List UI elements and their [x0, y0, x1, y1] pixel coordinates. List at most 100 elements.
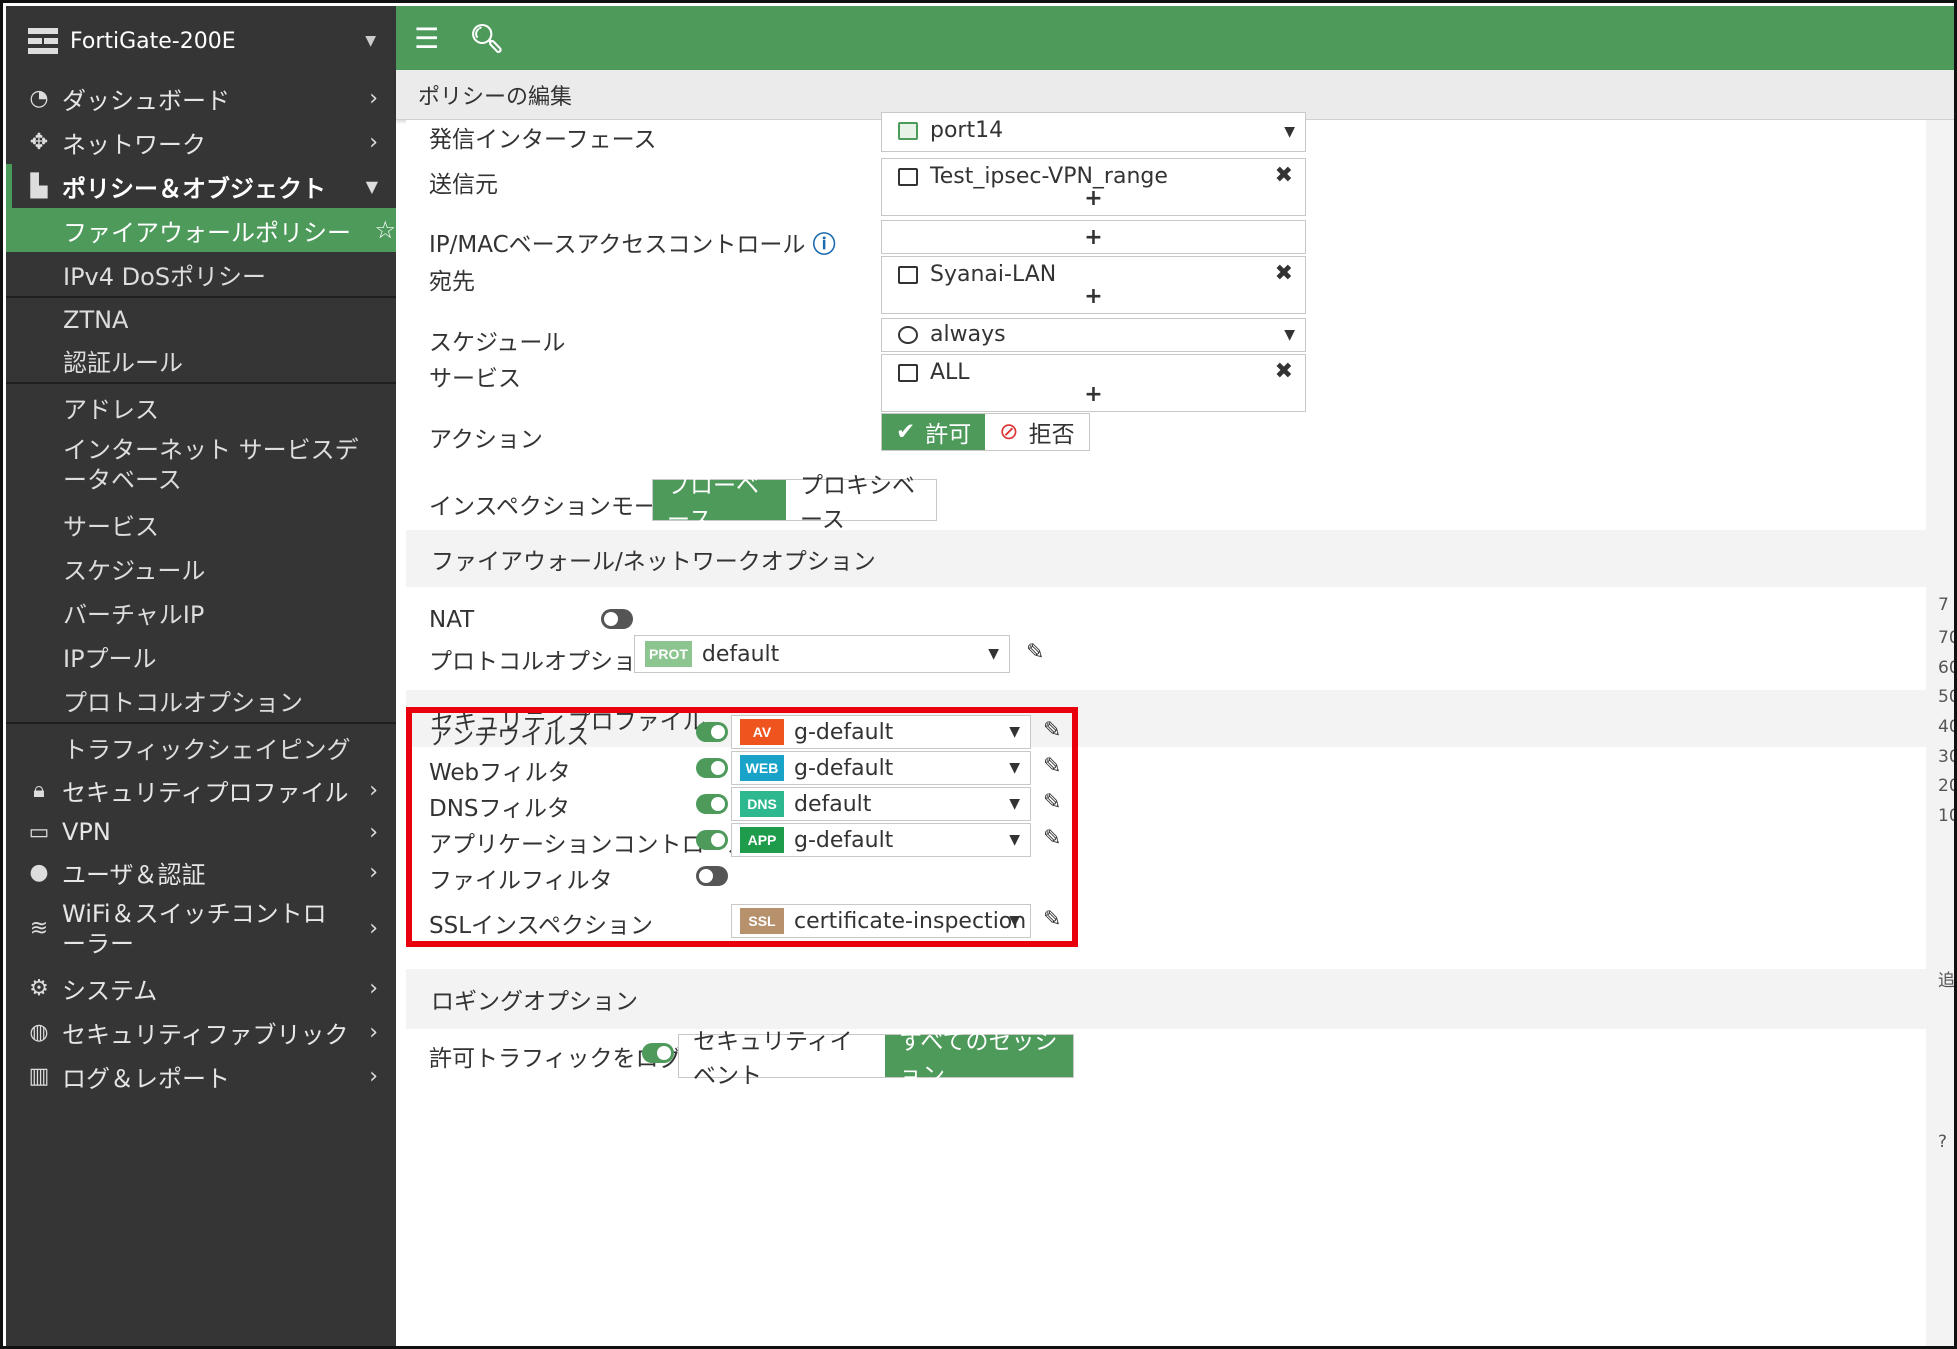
- sidebar-item-user-auth[interactable]: ● ユーザ＆認証 ›: [6, 852, 396, 892]
- sidebar-item-wifi-switch[interactable]: ≋ WiFi＆スイッチコントロ ーラー ›: [6, 892, 396, 966]
- sidebar-item-label: IPv4 DoSポリシー: [63, 262, 267, 291]
- flow-based-button[interactable]: フローベース: [653, 473, 786, 533]
- sidebar: FortiGate-200E ▼ ◔ ダッシュボード › ✥ ネットワーク › …: [6, 6, 396, 1346]
- sidebar-item-label: システム: [62, 976, 158, 1005]
- chevron-right-icon: ›: [369, 85, 378, 111]
- device-selector[interactable]: FortiGate-200E ▼: [6, 6, 396, 76]
- sidebar-item-network[interactable]: ✥ ネットワーク ›: [6, 120, 396, 164]
- antivirus-toggle[interactable]: [696, 722, 728, 742]
- port-icon: [898, 121, 918, 140]
- antivirus-select[interactable]: AV g-default ▼: [731, 715, 1031, 749]
- chevron-down-icon: ▼: [1284, 124, 1295, 140]
- sidebar-item-system[interactable]: ⚙ システム ›: [6, 966, 396, 1010]
- chevron-right-icon: ›: [369, 777, 378, 803]
- sidebar-item-protocol-options[interactable]: プロトコルオプション: [6, 678, 396, 722]
- sidebar-item-services[interactable]: サービス: [6, 502, 396, 546]
- log-allowed-traffic-toggle[interactable]: [642, 1043, 674, 1063]
- help-icon[interactable]: ?: [1938, 1132, 1947, 1152]
- accept-button[interactable]: ✔ 許可: [882, 414, 986, 450]
- webfilter-label: Webフィルタ: [429, 760, 571, 786]
- destination-label: 宛先: [429, 269, 475, 295]
- deny-button[interactable]: ⊘ 拒否: [985, 414, 1089, 450]
- source-field[interactable]: Test_ipsec-VPN_range ✖ +: [881, 158, 1306, 216]
- filefilter-toggle[interactable]: [696, 866, 728, 886]
- dnsfilter-toggle[interactable]: [696, 794, 728, 814]
- nat-toggle[interactable]: [601, 609, 633, 629]
- proxy-based-button[interactable]: プロキシベース: [786, 473, 936, 533]
- sidebar-item-dashboard[interactable]: ◔ ダッシュボード ›: [6, 76, 396, 120]
- sidebar-item-isdb[interactable]: インターネット サービスデ ータベース: [6, 428, 396, 502]
- sidebar-item-traffic-shaping[interactable]: トラフィックシェイピング: [6, 726, 396, 768]
- appcontrol-select[interactable]: APP g-default ▼: [731, 823, 1031, 857]
- webfilter-select[interactable]: WEB g-default ▼: [731, 751, 1031, 785]
- menu-icon[interactable]: ☰: [414, 22, 439, 55]
- device-name: FortiGate-200E: [70, 28, 236, 54]
- app-badge: APP: [740, 827, 784, 853]
- add-icon[interactable]: +: [1084, 225, 1102, 250]
- dnsfilter-value: default: [794, 791, 872, 817]
- sidebar-item-ztna[interactable]: ZTNA: [6, 300, 396, 340]
- log-mode-toggle: セキュリティイベント すべてのセッション: [678, 1029, 1074, 1089]
- edit-pencil-icon[interactable]: ✎: [1026, 640, 1044, 665]
- ssl-inspection-select[interactable]: SSL certificate-inspection ▼: [731, 904, 1031, 938]
- sidebar-item-policy-objects[interactable]: ▙ ポリシー＆オブジェクト ▼: [6, 164, 396, 208]
- sidebar-item-address[interactable]: アドレス: [6, 386, 396, 428]
- outgoing-interface-select[interactable]: port14 ▼: [881, 112, 1306, 152]
- protocol-options-label: プロトコルオプション: [429, 649, 659, 675]
- all-sessions-button[interactable]: すべてのセッション: [885, 1029, 1073, 1089]
- sidebar-item-security-fabric[interactable]: ◍ セキュリティファブリック ›: [6, 1010, 396, 1054]
- user-icon: ●: [29, 859, 49, 885]
- sidebar-item-schedule[interactable]: スケジュール: [6, 546, 396, 590]
- security-events-button[interactable]: セキュリティイベント: [679, 1029, 885, 1089]
- sidebar-item-vpn[interactable]: ▭ VPN ›: [6, 812, 396, 852]
- close-icon[interactable]: ✖: [1275, 163, 1293, 188]
- info-icon[interactable]: ⓘ: [813, 232, 836, 258]
- network-icon: ✥: [29, 129, 49, 155]
- dnsfilter-select[interactable]: DNS default ▼: [731, 787, 1031, 821]
- star-icon[interactable]: ☆: [374, 216, 396, 244]
- add-icon[interactable]: +: [1084, 186, 1102, 211]
- chevron-down-icon: ▼: [988, 646, 999, 662]
- edit-pencil-icon[interactable]: ✎: [1043, 907, 1061, 932]
- edit-pencil-icon[interactable]: ✎: [1043, 826, 1061, 851]
- sidebar-item-security-profiles[interactable]: 🔒︎ セキュリティプロファイル ›: [6, 768, 396, 812]
- sidebar-item-label: VPN: [62, 818, 111, 846]
- webfilter-toggle[interactable]: [696, 758, 728, 778]
- sidebar-item-label: IPプール: [63, 644, 157, 673]
- sidebar-item-ipv4-dos[interactable]: IPv4 DoSポリシー: [6, 252, 396, 296]
- axis-tick: 20: [1938, 776, 1954, 796]
- filefilter-label: ファイルフィルタ: [429, 868, 613, 894]
- antivirus-label: アンチウイルス: [429, 724, 590, 750]
- fabric-icon: ◍: [29, 1019, 49, 1045]
- sidebar-item-ippool[interactable]: IPプール: [6, 634, 396, 678]
- destination-field[interactable]: Syanai-LAN ✖ +: [881, 256, 1306, 314]
- service-field[interactable]: ALL ✖ +: [881, 354, 1306, 412]
- close-icon[interactable]: ✖: [1275, 359, 1293, 384]
- protocol-options-select[interactable]: PROT default ▼: [634, 635, 1010, 673]
- chevron-right-icon: ›: [369, 975, 378, 1001]
- sidebar-item-label: WiFi＆スイッチコントロ ーラー: [62, 900, 327, 958]
- edit-pencil-icon[interactable]: ✎: [1043, 790, 1061, 815]
- add-icon[interactable]: +: [1084, 382, 1102, 407]
- edit-pencil-icon[interactable]: ✎: [1043, 754, 1061, 779]
- add-icon[interactable]: +: [1084, 284, 1102, 309]
- nat-label: NAT: [429, 607, 475, 633]
- sidebar-item-vip[interactable]: バーチャルIP: [6, 590, 396, 634]
- ssl-inspection-label: SSLインスペクション: [429, 913, 653, 939]
- sidebar-item-firewall-policy[interactable]: ファイアウォールポリシー ☆: [6, 208, 396, 252]
- schedule-value: always: [930, 322, 1006, 347]
- ssl-badge: SSL: [740, 908, 784, 934]
- divider: [6, 382, 396, 384]
- sidebar-item-auth-rules[interactable]: 認証ルール: [6, 340, 396, 380]
- chevron-down-icon: ▼: [1009, 832, 1020, 848]
- top-bar: ☰ 🔍︎: [396, 6, 1954, 70]
- close-icon[interactable]: ✖: [1275, 261, 1293, 286]
- webfilter-value: g-default: [794, 755, 894, 781]
- schedule-select[interactable]: always ▼: [881, 318, 1306, 352]
- ipmac-field[interactable]: +: [881, 220, 1306, 254]
- inspection-mode-toggle: フローベース プロキシベース: [652, 473, 937, 533]
- appcontrol-toggle[interactable]: [696, 830, 728, 850]
- edit-pencil-icon[interactable]: ✎: [1043, 718, 1061, 743]
- sidebar-item-log-report[interactable]: ▥ ログ＆レポート ›: [6, 1054, 396, 1098]
- search-icon[interactable]: 🔍︎: [469, 22, 505, 55]
